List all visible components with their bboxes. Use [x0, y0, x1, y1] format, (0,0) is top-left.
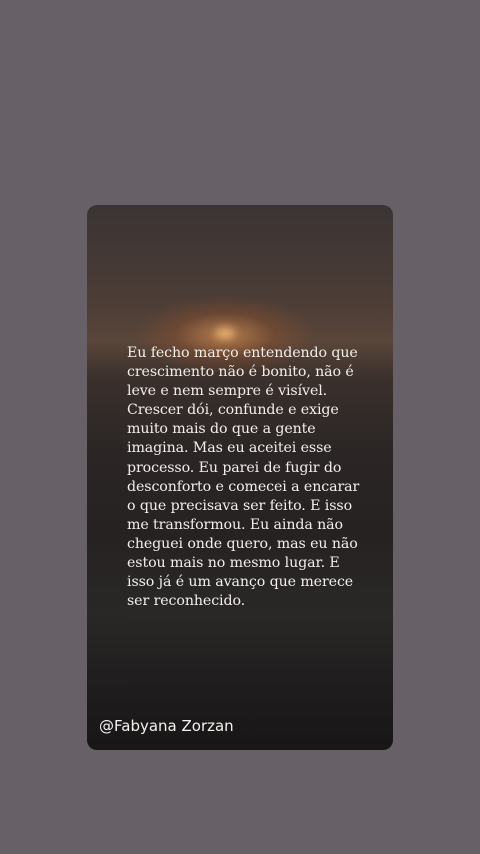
quote-card: Eu fecho março entendendo que cresciment…	[87, 205, 393, 750]
author-handle: @Fabyana Zorzan	[99, 717, 234, 735]
page: { "post": { "quote": "Eu fecho março ent…	[0, 0, 480, 854]
quote-text: Eu fecho março entendendo que cresciment…	[127, 345, 360, 610]
sunset-glow	[215, 327, 235, 339]
